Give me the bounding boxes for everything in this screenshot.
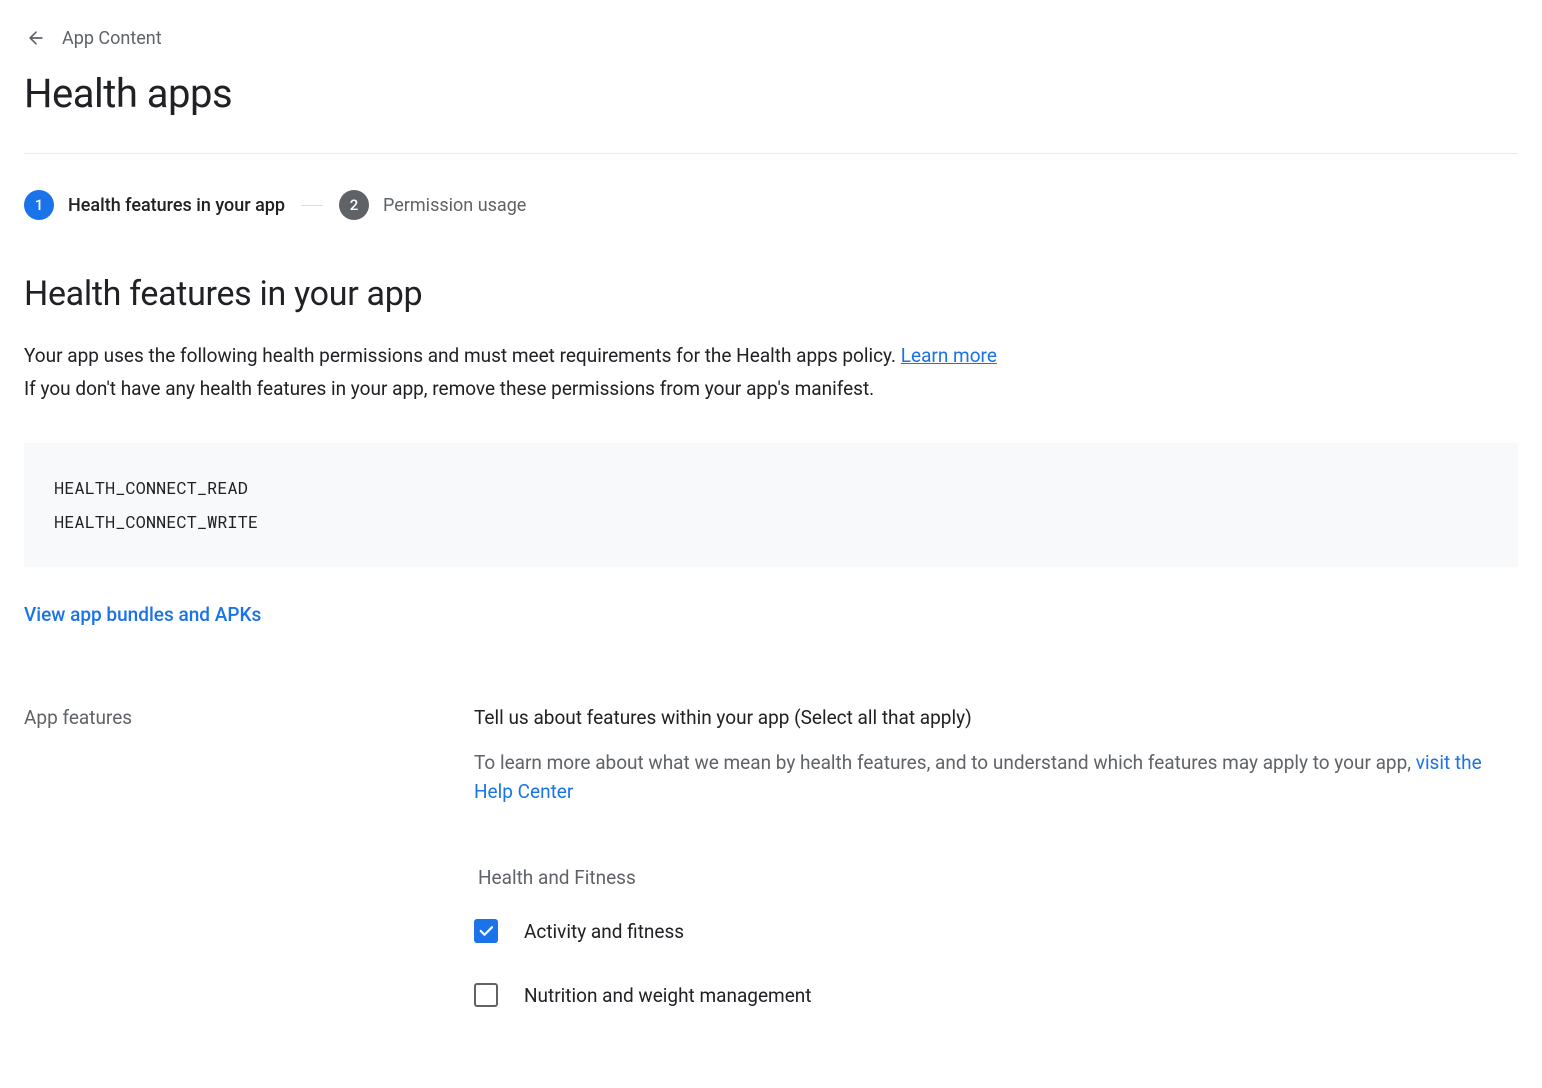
- step-1-circle: 1: [24, 190, 54, 220]
- view-bundles-link[interactable]: View app bundles and APKs: [24, 603, 261, 626]
- step-1-label: Health features in your app: [68, 195, 285, 216]
- divider: [24, 153, 1518, 154]
- back-arrow-icon[interactable]: [24, 26, 48, 50]
- description-text: Your app uses the following health permi…: [24, 344, 901, 367]
- permission-line: HEALTH_CONNECT_READ: [54, 471, 1488, 505]
- form-description-text: To learn more about what we mean by heal…: [474, 751, 1416, 774]
- checkbox-checked-icon: [474, 919, 498, 943]
- step-1[interactable]: 1 Health features in your app: [24, 190, 285, 220]
- breadcrumb-label[interactable]: App Content: [62, 28, 162, 49]
- step-connector: [301, 205, 323, 206]
- checkbox-label: Activity and fitness: [524, 920, 684, 943]
- form-content: Tell us about features within your app (…: [474, 706, 1518, 1047]
- checkbox-label: Nutrition and weight management: [524, 984, 812, 1007]
- form-heading: Tell us about features within your app (…: [474, 706, 1518, 729]
- learn-more-link[interactable]: Learn more: [901, 344, 997, 367]
- step-2-label: Permission usage: [383, 195, 526, 216]
- form-label: App features: [24, 706, 434, 1047]
- stepper: 1 Health features in your app 2 Permissi…: [24, 190, 1518, 220]
- form-section: App features Tell us about features with…: [24, 706, 1518, 1047]
- checkbox-activity-fitness[interactable]: Activity and fitness: [474, 919, 1518, 943]
- section-description-secondary: If you don't have any health features in…: [24, 375, 1518, 404]
- section-description: Your app uses the following health permi…: [24, 342, 1518, 371]
- permission-line: HEALTH_CONNECT_WRITE: [54, 505, 1488, 539]
- checkbox-nutrition-weight[interactable]: Nutrition and weight management: [474, 983, 1518, 1007]
- section-title: Health features in your app: [24, 274, 1518, 314]
- checkbox-unchecked-icon: [474, 983, 498, 1007]
- category-heading: Health and Fitness: [474, 866, 1518, 889]
- form-description: To learn more about what we mean by heal…: [474, 749, 1518, 806]
- page-title: Health apps: [24, 70, 1518, 117]
- permissions-box: HEALTH_CONNECT_READ HEALTH_CONNECT_WRITE: [24, 443, 1518, 567]
- step-2[interactable]: 2 Permission usage: [339, 190, 526, 220]
- breadcrumb: App Content: [24, 26, 1518, 50]
- step-2-circle: 2: [339, 190, 369, 220]
